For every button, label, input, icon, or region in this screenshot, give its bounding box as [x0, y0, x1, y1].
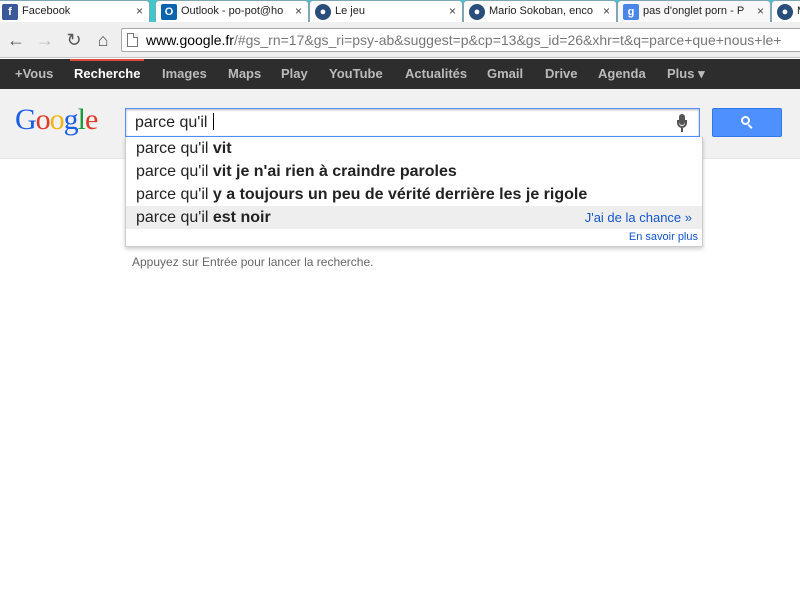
search-input[interactable]: parce qu'il [125, 108, 700, 137]
suggestion-prefix: parce qu'il [136, 186, 213, 203]
gbar-agenda[interactable]: Agenda [598, 66, 646, 81]
browser-toolbar: ← → ↻ ⌂ www.google.fr/#gs_rn=17&gs_ri=ps… [0, 22, 800, 58]
logo-letter: g [63, 103, 79, 136]
gbar-gmail[interactable]: Gmail [487, 66, 523, 81]
globe-icon: ● [469, 4, 485, 20]
search-query-text: parce qu'il [135, 113, 214, 132]
google-icon: g [623, 4, 639, 20]
enter-hint: Appuyez sur Entrée pour lancer la recher… [132, 255, 374, 269]
gbar-play[interactable]: Play [281, 66, 308, 81]
search-query: parce qu'il [135, 114, 212, 131]
logo-letter: G [15, 103, 37, 136]
tab-mario-sokoban[interactable]: ● Mario Sokoban, enco × [463, 0, 617, 22]
close-icon[interactable]: × [295, 4, 302, 18]
search-icon [741, 116, 755, 130]
close-icon[interactable]: × [449, 4, 456, 18]
address-bar[interactable]: www.google.fr/#gs_rn=17&gs_ri=psy-ab&sug… [121, 28, 800, 52]
suggestion-prefix: parce qu'il [136, 209, 213, 226]
tab-title: Outlook - po-pot@ho [181, 5, 284, 17]
globe-icon: ● [315, 4, 331, 20]
close-icon[interactable]: × [603, 4, 610, 18]
tab-le-jeu[interactable]: ● Le jeu × [309, 0, 463, 22]
gbar-recherche[interactable]: Recherche [69, 59, 146, 81]
tab-strip: f Facebook × O Outlook - po-pot@ho × ● L… [0, 0, 800, 22]
facebook-icon: f [2, 4, 18, 20]
logo-letter: l [77, 103, 86, 136]
forward-arrow-icon[interactable]: → [34, 30, 56, 50]
logo-letter: o [49, 103, 65, 136]
suggestion-prefix: parce qu'il [136, 163, 213, 180]
suggestion-completion: est noir [212, 209, 271, 226]
suggestion-completion: y a toujours un peu de vérité derrière l… [212, 186, 588, 203]
url-text: www.google.fr/#gs_rn=17&gs_ri=psy-ab&sug… [146, 32, 782, 48]
tab-outlook[interactable]: O Outlook - po-pot@ho × [155, 0, 309, 22]
tab-facebook[interactable]: f Facebook × [0, 0, 150, 22]
suggestion-item[interactable]: parce qu'il y a toujours un peu de vérit… [126, 183, 702, 206]
tab-title: pas d'onglet porn - P [643, 5, 745, 17]
url-host: www.google.fr [146, 32, 234, 48]
tab-overflow[interactable]: ● Ma [771, 0, 800, 22]
logo-letter: e [85, 103, 98, 136]
back-arrow-icon[interactable]: ← [5, 30, 27, 50]
tab-title: Mario Sokoban, enco [489, 5, 593, 17]
suggestion-item[interactable]: parce qu'il vit [126, 137, 702, 160]
learn-more-link[interactable]: En savoir plus [629, 231, 698, 243]
suggestion-completion: vit je n'ai rien à craindre paroles [212, 163, 457, 180]
logo-letter: o [35, 103, 51, 136]
google-logo[interactable]: Google [15, 103, 98, 137]
home-icon[interactable]: ⌂ [92, 30, 114, 50]
search-button[interactable] [712, 108, 782, 137]
globe-icon: ● [777, 4, 793, 20]
google-nav-bar: +Vous Recherche Images Maps Play YouTube… [0, 59, 800, 89]
tab-google-search[interactable]: g pas d'onglet porn - P × [617, 0, 771, 22]
url-path: /#gs_rn=17&gs_ri=psy-ab&suggest=p&cp=13&… [233, 32, 782, 48]
gbar-plus-vous[interactable]: +Vous [15, 66, 53, 81]
suggestion-completion: vit [212, 140, 232, 157]
reload-icon[interactable]: ↻ [63, 30, 85, 50]
suggestion-prefix: parce qu'il [136, 140, 213, 157]
suggestion-item-highlighted[interactable]: parce qu'il est noir J'ai de la chance » [126, 206, 702, 229]
feeling-lucky-link[interactable]: J'ai de la chance » [585, 206, 692, 229]
tab-title: Facebook [22, 5, 71, 17]
close-icon[interactable]: × [136, 4, 143, 18]
text-caret [212, 113, 214, 130]
close-icon[interactable]: × [757, 4, 764, 18]
gbar-drive[interactable]: Drive [545, 66, 578, 81]
gbar-youtube[interactable]: YouTube [329, 66, 383, 81]
page-icon [127, 33, 138, 47]
suggestion-item[interactable]: parce qu'il vit je n'ai rien à craindre … [126, 160, 702, 183]
gbar-images[interactable]: Images [162, 66, 207, 81]
gbar-plus-menu[interactable]: Plus ▾ [667, 66, 705, 82]
gbar-actualites[interactable]: Actualités [405, 66, 467, 81]
microphone-icon[interactable] [677, 114, 687, 132]
gbar-maps[interactable]: Maps [228, 66, 261, 81]
tab-title: Le jeu [335, 5, 365, 17]
autocomplete-dropdown: parce qu'il vit parce qu'il vit je n'ai … [125, 137, 703, 247]
outlook-icon: O [161, 4, 177, 20]
